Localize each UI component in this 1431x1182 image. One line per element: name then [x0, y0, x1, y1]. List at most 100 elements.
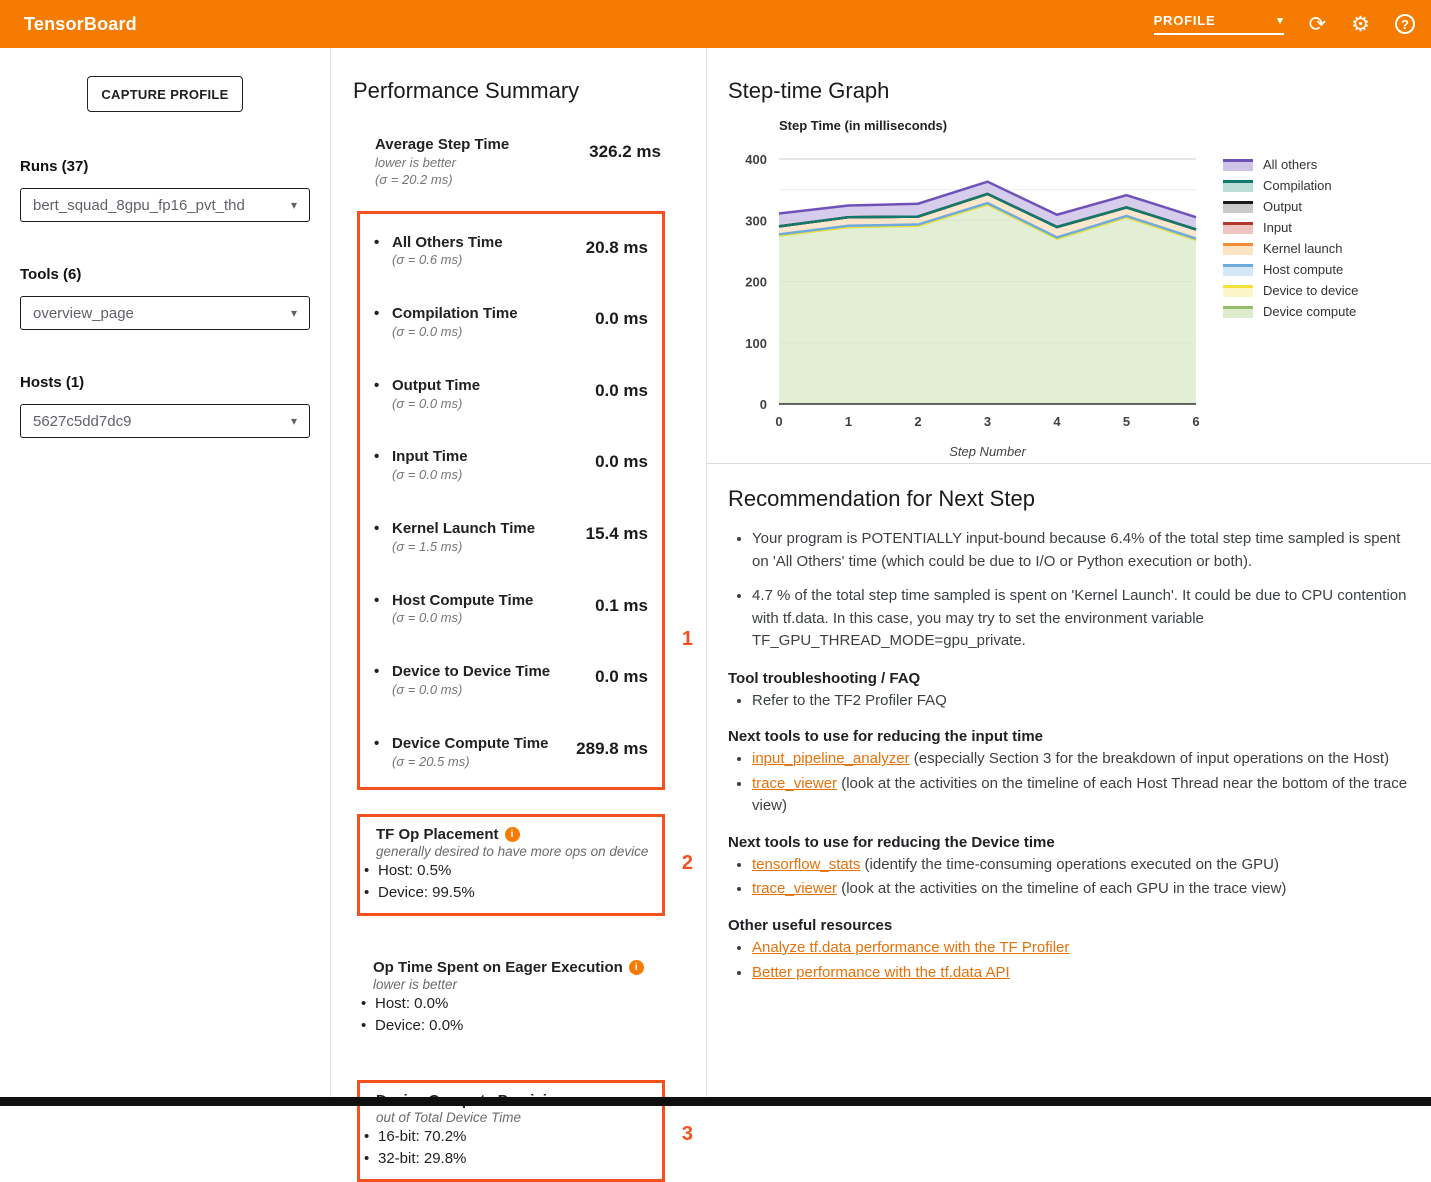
bullet-icon: •: [372, 663, 392, 699]
svg-text:200: 200: [745, 275, 767, 290]
metric-sigma: (σ = 20.5 ms): [392, 754, 548, 771]
metric-note: lower is better: [375, 155, 509, 172]
reco-item: trace_viewer (look at the activities on …: [752, 878, 1411, 900]
bullet-icon: •: [372, 448, 392, 484]
legend-item: Kernel launch: [1223, 238, 1358, 259]
dashboard-select-value: PROFILE: [1154, 13, 1216, 28]
svg-text:0: 0: [775, 414, 782, 429]
dashboard-select[interactable]: PROFILE ▾: [1154, 13, 1284, 35]
stat-item: Device: 99.5%: [362, 883, 662, 903]
legend-item: Compilation: [1223, 175, 1358, 196]
reco-section-list: Analyze tf.data performance with the TF …: [728, 937, 1411, 984]
metric-sigma: (σ = 20.2 ms): [375, 172, 509, 189]
tools-select[interactable]: overview_page ▾: [20, 296, 310, 330]
runs-label: Runs (37): [20, 158, 310, 175]
reco-link[interactable]: Better performance with the tf.data API: [752, 964, 1010, 981]
tf-op-placement-list: Host: 0.5%Device: 99.5%: [362, 861, 662, 903]
metric-row: •Input Time(σ = 0.0 ms)0.0 ms: [372, 448, 648, 484]
average-step-time-row: Average Step Time lower is better (σ = 2…: [375, 136, 661, 189]
step-time-graph-title: Step-time Graph: [707, 48, 1431, 104]
reco-link[interactable]: Analyze tf.data performance with the TF …: [752, 939, 1069, 956]
metric-row: •Device to Device Time(σ = 0.0 ms)0.0 ms: [372, 663, 648, 699]
legend-label: Input: [1263, 220, 1292, 235]
metric-value: 326.2 ms: [589, 142, 661, 189]
legend-item: Device compute: [1223, 301, 1358, 322]
reco-item-text: Refer to the TF2 Profiler FAQ: [752, 692, 947, 709]
info-icon[interactable]: i: [629, 960, 644, 975]
bullet-icon: •: [372, 520, 392, 556]
metric-value: 289.8 ms: [576, 739, 648, 771]
legend-swatch-icon: [1223, 180, 1253, 192]
bullet-icon: •: [372, 305, 392, 341]
app-title: TensorBoard: [24, 14, 137, 35]
device-precisions-note: out of Total Device Time: [376, 1110, 662, 1125]
chevron-down-icon: ▾: [291, 306, 297, 320]
reco-link[interactable]: trace_viewer: [752, 880, 837, 897]
step-time-breakdown-box: •All Others Time(σ = 0.6 ms)20.8 ms•Comp…: [357, 211, 665, 790]
performance-summary-panel: Performance Summary Average Step Time lo…: [331, 48, 707, 1106]
svg-text:Step Number: Step Number: [949, 444, 1026, 459]
metric-label: Output Time: [392, 377, 480, 396]
device-precisions-list: 16-bit: 70.2%32-bit: 29.8%: [362, 1127, 662, 1169]
refresh-icon[interactable]: ⟳: [1309, 14, 1327, 35]
runs-select[interactable]: bert_squad_8gpu_fp16_pvt_thd ▾: [20, 188, 310, 222]
metric-row: •Device Compute Time(σ = 20.5 ms)289.8 m…: [372, 735, 648, 771]
hosts-select[interactable]: 5627c5dd7dc9 ▾: [20, 404, 310, 438]
chevron-down-icon: ▾: [1277, 14, 1283, 27]
info-icon[interactable]: i: [505, 827, 520, 842]
bullet-icon: •: [372, 377, 392, 413]
metric-row: •Kernel Launch Time(σ = 1.5 ms)15.4 ms: [372, 520, 648, 556]
reco-item: Analyze tf.data performance with the TF …: [752, 937, 1411, 959]
legend-item: Output: [1223, 196, 1358, 217]
hosts-select-value: 5627c5dd7dc9: [33, 413, 131, 430]
metric-value: 20.8 ms: [586, 238, 648, 270]
svg-text:3: 3: [984, 414, 991, 429]
legend-label: Device to device: [1263, 283, 1358, 298]
eager-execution-block: Op Time Spent on Eager Execution i lower…: [357, 950, 665, 1046]
svg-text:6: 6: [1192, 414, 1199, 429]
chart-legend: All othersCompilationOutputInputKernel l…: [1223, 154, 1358, 459]
legend-item: Device to device: [1223, 280, 1358, 301]
legend-swatch-icon: [1223, 159, 1253, 171]
metric-value: 0.0 ms: [595, 452, 648, 484]
metric-label: Host Compute Time: [392, 592, 533, 611]
legend-label: Host compute: [1263, 262, 1343, 277]
step-time-chart: Step Time (in milliseconds)0100200300400…: [717, 114, 1217, 459]
reco-link[interactable]: trace_viewer: [752, 775, 837, 792]
reco-item: Better performance with the tf.data API: [752, 962, 1411, 984]
svg-text:2: 2: [914, 414, 921, 429]
reco-sections: Tool troubleshooting / FAQ Refer to the T…: [728, 670, 1411, 984]
legend-label: Output: [1263, 199, 1302, 214]
eager-execution-note: lower is better: [373, 977, 665, 992]
reco-section-heading: Tool troubleshooting / FAQ: [728, 670, 1411, 687]
bullet-icon: •: [372, 234, 392, 270]
stat-item: Host: 0.0%: [359, 994, 665, 1014]
legend-item: Host compute: [1223, 259, 1358, 280]
reco-section-heading: Next tools to use for reducing the Devic…: [728, 834, 1411, 851]
reco-item-text: (look at the activities on the timeline …: [837, 880, 1286, 897]
svg-text:0: 0: [760, 397, 767, 412]
capture-profile-button[interactable]: CAPTURE PROFILE: [87, 76, 243, 112]
annotation-3: 3: [682, 1123, 693, 1146]
reco-link[interactable]: input_pipeline_analyzer: [752, 750, 910, 767]
metric-sigma: (σ = 0.0 ms): [392, 682, 550, 699]
help-icon[interactable]: ?: [1395, 14, 1415, 34]
reco-section-list: tensorflow_stats (identify the time-cons…: [728, 854, 1411, 901]
settings-gear-icon[interactable]: ⚙: [1351, 14, 1370, 35]
metric-row: •Compilation Time(σ = 0.0 ms)0.0 ms: [372, 305, 648, 341]
breakdown-list: •All Others Time(σ = 0.6 ms)20.8 ms•Comp…: [372, 234, 648, 771]
metric-value: 0.0 ms: [595, 667, 648, 699]
metric-label: Input Time: [392, 448, 468, 467]
hosts-label: Hosts (1): [20, 374, 310, 391]
device-precisions-box: Device Compute Precisions out of Total D…: [357, 1080, 665, 1182]
reco-link[interactable]: tensorflow_stats: [752, 856, 860, 873]
recommendation-card: Recommendation for Next Step Your progra…: [707, 464, 1431, 984]
metric-value: 0.0 ms: [595, 381, 648, 413]
legend-label: Kernel launch: [1263, 241, 1343, 256]
right-panel: Step-time Graph Step Time (in millisecon…: [707, 48, 1431, 1106]
reco-bullet: Your program is POTENTIALLY input-bound …: [752, 528, 1411, 573]
tf-op-placement-title: TF Op Placement: [376, 826, 499, 843]
sidebar: CAPTURE PROFILE Runs (37) bert_squad_8gp…: [0, 48, 331, 1106]
metric-label: Device Compute Time: [392, 735, 548, 754]
svg-text:400: 400: [745, 152, 767, 167]
